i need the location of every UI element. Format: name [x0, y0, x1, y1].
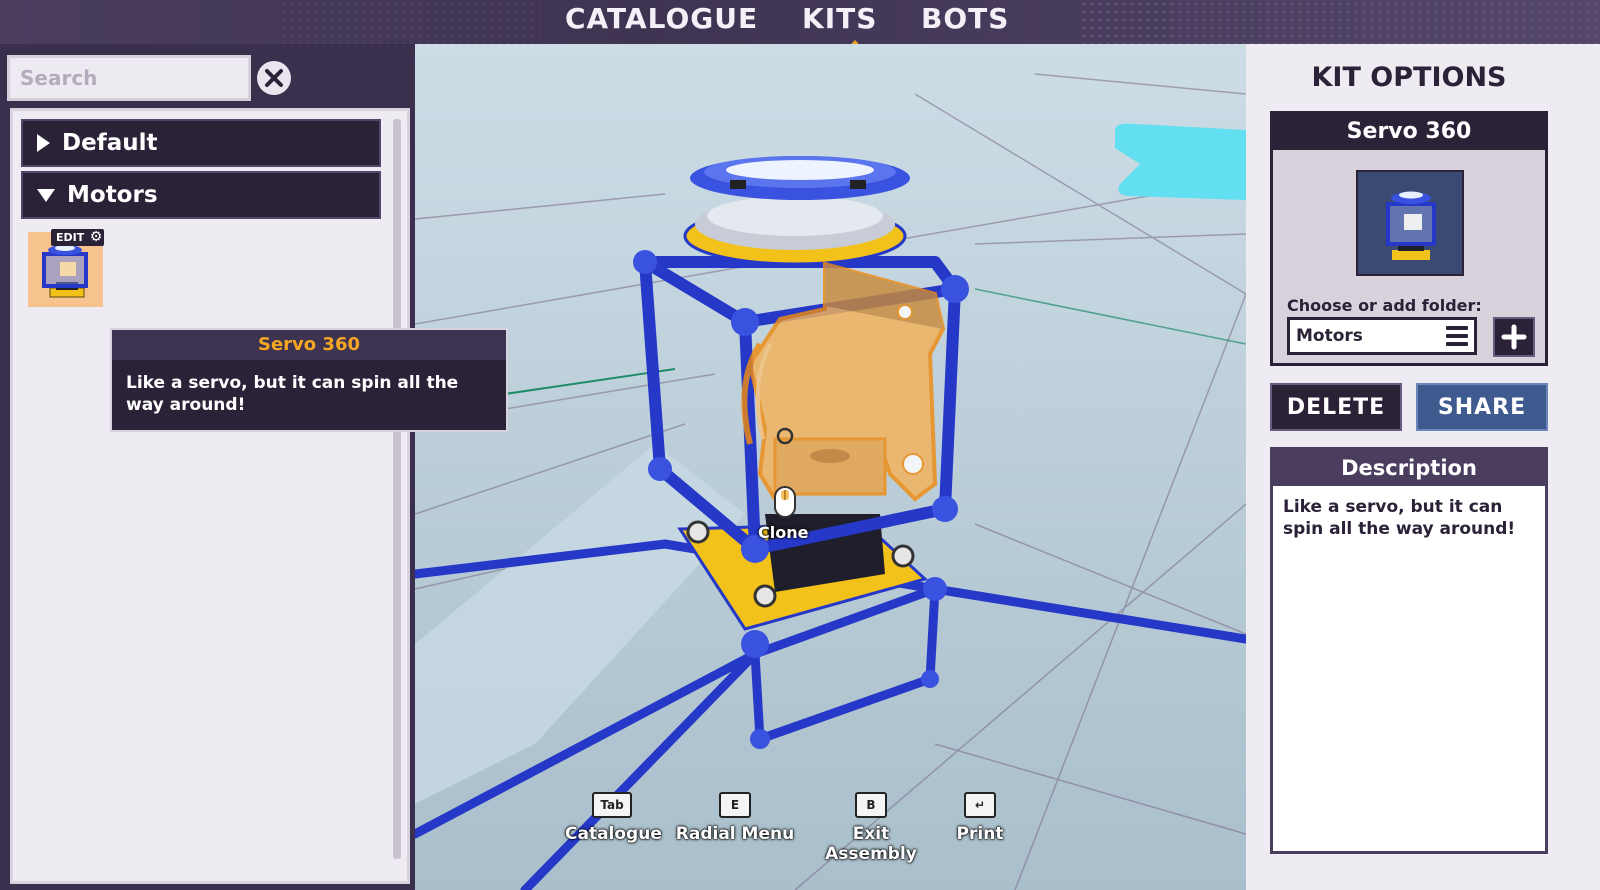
chevron-down-icon — [37, 188, 55, 202]
hint-catalogue[interactable]: Tab Catalogue — [565, 792, 662, 844]
folder-label: Choose or add folder: — [1287, 296, 1482, 315]
tab-catalogue[interactable]: CATALOGUE — [565, 2, 758, 35]
mouse-icon — [774, 486, 796, 518]
kit-folder-list: Default Motors EDIT ⚙ — [10, 108, 410, 884]
menu-icon — [1446, 326, 1468, 350]
gear-icon: ⚙ — [89, 229, 103, 245]
kits-sidebar: Default Motors EDIT ⚙ — [0, 44, 424, 890]
folder-motors[interactable]: Motors — [21, 171, 381, 219]
assembly-scene — [415, 44, 1246, 890]
edit-kit-button[interactable]: EDIT ⚙ — [51, 229, 105, 246]
kit-card: Servo 360 Choose or add folder: Motors — [1270, 111, 1548, 366]
delete-button[interactable]: DELETE — [1270, 383, 1402, 431]
search-input[interactable] — [7, 55, 251, 101]
tab-kits[interactable]: KITS — [802, 2, 877, 35]
add-folder-button[interactable] — [1493, 317, 1535, 357]
description-box: Description Like a servo, but it can spi… — [1270, 447, 1548, 854]
chevron-right-icon — [37, 134, 50, 152]
b-key-icon: B — [855, 792, 887, 818]
scrollbar[interactable] — [393, 119, 401, 859]
kit-tooltip: Servo 360 Like a servo, but it can spin … — [110, 328, 508, 432]
hint-print[interactable]: ↵ Print — [950, 792, 1010, 844]
kit-preview-image — [1356, 170, 1464, 276]
main-tabs: CATALOGUE KITS BOTS — [0, 0, 1600, 52]
e-key-icon: E — [719, 792, 751, 818]
servo-kit-icon — [1358, 172, 1462, 274]
clear-search-button[interactable] — [257, 61, 291, 95]
assembly-viewport[interactable]: Clone Tab Catalogue E Radial Menu B Exit… — [415, 44, 1246, 890]
tooltip-body: Like a servo, but it can spin all the wa… — [126, 373, 459, 415]
folder-label: Default — [62, 130, 158, 156]
tooltip-title: Servo 360 — [112, 330, 506, 360]
top-navigation-bar: CATALOGUE KITS BOTS — [0, 0, 1600, 52]
folder-select[interactable]: Motors — [1287, 317, 1477, 355]
kit-options-panel: KIT OPTIONS Servo 360 Choose or add fold… — [1246, 44, 1600, 890]
kit-name: Servo 360 — [1273, 114, 1545, 150]
share-button[interactable]: SHARE — [1416, 383, 1548, 431]
enter-key-icon: ↵ — [964, 792, 996, 818]
hint-exit-assembly[interactable]: B Exit Assembly — [807, 792, 935, 864]
tab-key-icon: Tab — [592, 792, 632, 818]
plus-icon — [1501, 324, 1527, 350]
tab-bots[interactable]: BOTS — [921, 2, 1009, 35]
folder-default[interactable]: Default — [21, 119, 381, 167]
cursor-action-label: Clone — [758, 523, 809, 542]
close-icon — [265, 69, 283, 87]
hint-radial-menu[interactable]: E Radial Menu — [675, 792, 795, 844]
keyboard-hints: Tab Catalogue E Radial Menu B Exit Assem… — [415, 792, 1246, 864]
description-title: Description — [1273, 450, 1545, 486]
folder-label: Motors — [67, 182, 158, 208]
panel-title: KIT OPTIONS — [1311, 62, 1507, 93]
description-text: Like a servo, but it can spin all the wa… — [1283, 497, 1516, 539]
